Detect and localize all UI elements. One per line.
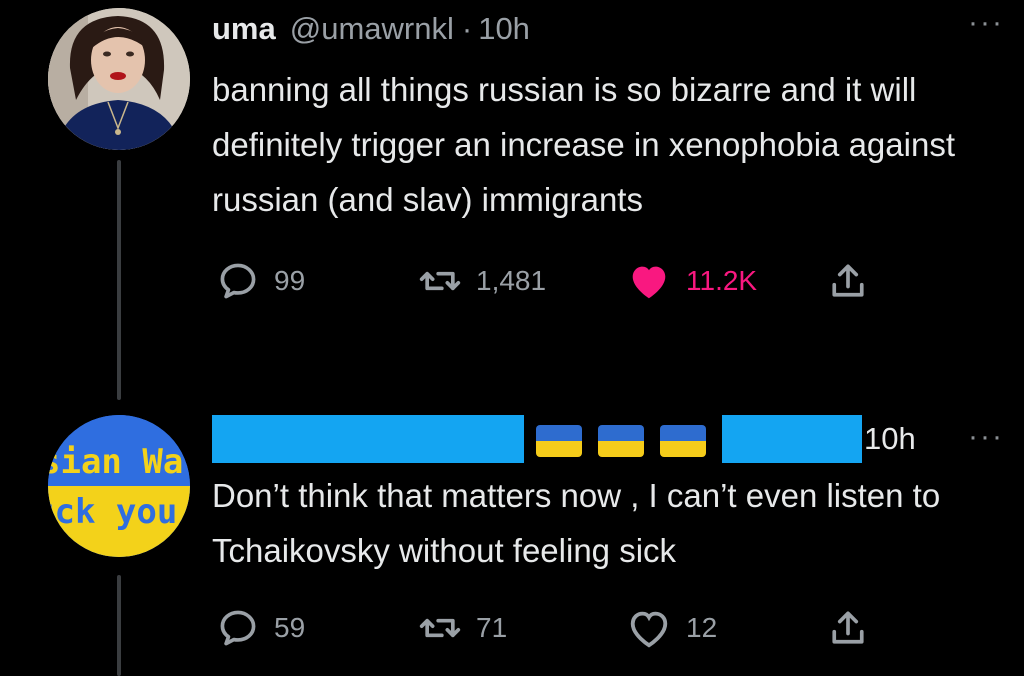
heart-icon: [630, 611, 668, 648]
retweet-button[interactable]: 71: [418, 598, 507, 658]
reply-button[interactable]: 59: [216, 598, 305, 658]
reply-icon: [220, 610, 256, 646]
share-icon: [832, 611, 864, 644]
thread-line: [117, 160, 121, 400]
reply-count: 59: [274, 612, 306, 643]
display-name[interactable]: uma: [212, 11, 276, 47]
like-count: 12: [686, 612, 718, 643]
like-button[interactable]: 12: [626, 598, 717, 658]
like-button[interactable]: 11.2K: [626, 251, 757, 311]
banner-avatar-image: sian Wa uck you: [48, 415, 190, 557]
retweet-button[interactable]: 1,481: [418, 251, 546, 311]
redacted-name: [212, 415, 524, 463]
redacted-handle: [722, 415, 862, 463]
heart-icon: [632, 266, 666, 299]
tweet-text: banning all things russian is so bizarre…: [212, 71, 955, 218]
tweet-actions: 99 1,481 11.2K: [212, 251, 1004, 311]
reply-icon: [220, 263, 256, 299]
user-photo: [48, 8, 190, 150]
reply-button[interactable]: 99: [216, 251, 305, 311]
retweet-icon: [419, 618, 461, 638]
thread-line: [117, 575, 121, 676]
retweet-count: 71: [476, 612, 508, 643]
more-icon[interactable]: ···: [968, 6, 1004, 40]
avatar[interactable]: [48, 8, 190, 150]
like-count: 11.2K: [686, 265, 758, 296]
tweet-actions: 59 71 12: [212, 598, 1004, 658]
tweet-header: 10h: [212, 404, 1004, 474]
retweet-count: 1,481: [476, 265, 547, 296]
timestamp[interactable]: 10h: [864, 421, 916, 457]
ukraine-flag-emoji: [660, 424, 706, 457]
ukraine-flag-emoji: [598, 424, 644, 457]
tweet-header: uma @umawrnkl · 10h: [212, 0, 1004, 58]
share-icon: [832, 264, 864, 297]
avatar[interactable]: sian Wa uck you: [48, 415, 190, 557]
ukraine-flag-emoji: [536, 424, 582, 457]
tweet-text: Don’t think that matters now , I can’t e…: [212, 477, 941, 569]
share-button[interactable]: [826, 251, 870, 311]
tweet[interactable]: 10h ··· Don’t think that matters now , I…: [212, 400, 1004, 658]
retweet-icon: [419, 271, 461, 291]
timestamp[interactable]: 10h: [478, 11, 530, 47]
tweet[interactable]: uma @umawrnkl · 10h ··· banning all thin…: [212, 0, 1004, 311]
handle[interactable]: @umawrnkl: [290, 11, 454, 47]
reply-count: 99: [274, 265, 306, 296]
share-button[interactable]: [826, 598, 870, 658]
avatar-text-line2: uck you: [48, 492, 177, 532]
more-icon[interactable]: ···: [968, 420, 1004, 454]
flag-group: [536, 421, 722, 457]
avatar-text-line1: sian Wa: [48, 442, 183, 482]
separator: ·: [461, 11, 473, 46]
